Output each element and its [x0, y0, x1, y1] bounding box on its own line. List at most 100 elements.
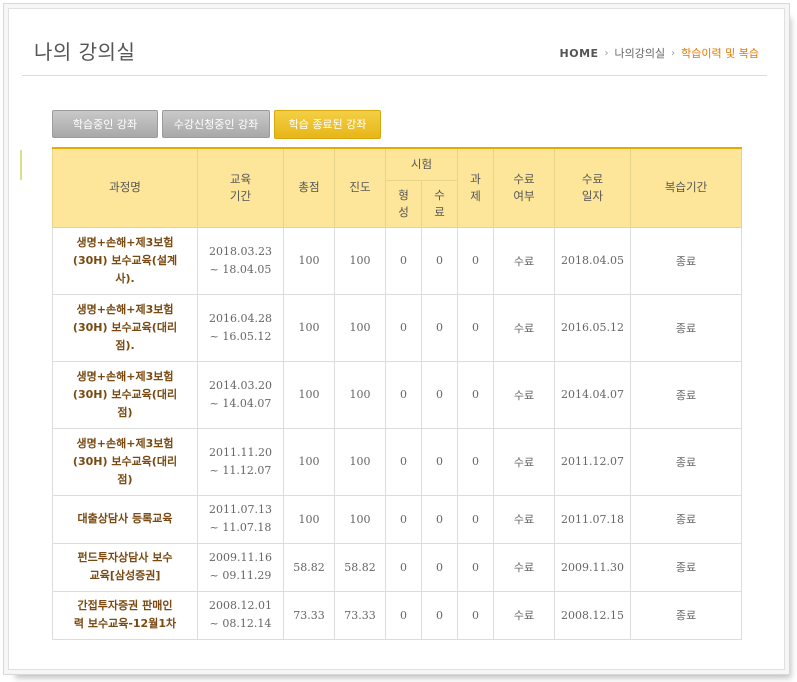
completion-date: 2008.12.15: [554, 590, 632, 640]
task-score: 0: [457, 427, 495, 496]
table-row: 생명+손해+제3보험 (30H) 보수교육(대리 점) 2014.03.20 ~ 14.…: [52, 360, 743, 429]
completion-status: 수료: [493, 293, 556, 362]
exam-formative-score: 0: [385, 494, 422, 544]
header-progress: 진도: [334, 147, 386, 228]
course-title-link[interactable]: 생명+손해+제3보험 (30H) 보수교육(대리 점): [52, 427, 198, 496]
left-accent: [20, 150, 22, 180]
completion-date: 2014.04.07: [554, 360, 632, 429]
exam-final-score: 0: [420, 427, 459, 496]
total-score: 100: [283, 427, 335, 496]
education-period: 2014.03.20 ~ 14.04.07: [197, 360, 284, 429]
exam-formative-score: 0: [385, 590, 422, 640]
exam-formative-score: 0: [385, 293, 422, 362]
exam-final-score: 0: [420, 542, 459, 592]
task-score: 0: [457, 542, 495, 592]
progress-value: 100: [334, 494, 386, 544]
completion-date: 2018.04.05: [554, 226, 632, 295]
header-exam: 시험: [384, 147, 459, 181]
total-score: 100: [283, 293, 335, 362]
table-row: 간접투자증권 판매인 력 보수교육-12월1차 2008.12.01 ~ 08.12.…: [52, 590, 743, 640]
completion-status: 수료: [493, 226, 556, 295]
completion-status: 수료: [493, 542, 556, 592]
course-title-link[interactable]: 생명+손해+제3보험 (30H) 보수교육(대리 점): [52, 360, 198, 429]
page-title: 나의 강의실: [34, 40, 136, 64]
breadcrumb-current: 학습이력 및 복습: [681, 47, 759, 60]
total-score: 73.33: [283, 590, 335, 640]
completion-date: 2011.07.18: [554, 494, 632, 544]
exam-final-score: 0: [420, 226, 459, 295]
review-period-status: 종료: [630, 427, 743, 496]
header-total: 총점: [283, 147, 335, 228]
table-row: 생명+손해+제3보험 (30H) 보수교육(대리 점) 2011.11.20 ~ 11.…: [52, 427, 743, 496]
exam-formative-score: 0: [385, 542, 422, 592]
exam-formative-score: 0: [385, 360, 422, 429]
review-period-status: 종료: [630, 226, 743, 295]
progress-value: 100: [334, 360, 386, 429]
course-title-link[interactable]: 간접투자증권 판매인 력 보수교육-12월1차: [52, 590, 198, 640]
table-row: 펀드투자상담사 보수 교육[삼성증권] 2009.11.16 ~ 09.11.29 58…: [52, 542, 743, 592]
task-score: 0: [457, 590, 495, 640]
title-divider: [22, 75, 767, 76]
exam-final-score: 0: [420, 293, 459, 362]
course-tabs: 학습중인 강좌 수강신청중인 강좌 학습 종료된 강좌: [52, 110, 381, 139]
header-completion: 수료 여부: [493, 147, 556, 228]
progress-value: 100: [334, 293, 386, 362]
table-row: 대출상담사 등록교육 2011.07.13 ~ 11.07.18 100 100 0 0 0 수…: [52, 494, 743, 544]
tab-enrolling[interactable]: 수강신청중인 강좌: [162, 110, 270, 138]
exam-formative-score: 0: [385, 226, 422, 295]
breadcrumb-separator-icon: ›: [604, 47, 609, 59]
completion-date: 2011.12.07: [554, 427, 632, 496]
completion-date: 2016.05.12: [554, 293, 632, 362]
table-row: 생명+손해+제3보험 (30H) 보수교육(설계 사). 2018.03.23 ~ 18…: [52, 226, 743, 295]
total-score: 100: [283, 360, 335, 429]
exam-final-score: 0: [420, 360, 459, 429]
header-exam-formative: 형성: [385, 179, 422, 228]
total-score: 58.82: [283, 542, 335, 592]
course-title-link[interactable]: 대출상담사 등록교육: [52, 494, 198, 544]
header-completion-date: 수료 일자: [554, 147, 632, 228]
task-score: 0: [457, 226, 495, 295]
education-period: 2011.07.13 ~ 11.07.18: [197, 494, 284, 544]
education-period: 2008.12.01 ~ 08.12.14: [197, 590, 284, 640]
breadcrumb: HOME › 나의강의실 › 학습이력 및 복습: [560, 45, 759, 61]
task-score: 0: [457, 360, 495, 429]
course-title-link[interactable]: 생명+손해+제3보험 (30H) 보수교육(설계 사).: [52, 226, 198, 295]
course-history-table: 과정명 교육 기간 총점 진도 시험 과제 수료 여부 수료 일자 복습기간 형성 수…: [52, 147, 743, 640]
header-period: 교육 기간: [197, 147, 284, 228]
education-period: 2018.03.23 ~ 18.04.05: [197, 226, 284, 295]
task-score: 0: [457, 494, 495, 544]
total-score: 100: [283, 494, 335, 544]
exam-final-score: 0: [420, 494, 459, 544]
education-period: 2016.04.28 ~ 16.05.12: [197, 293, 284, 362]
education-period: 2009.11.16 ~ 09.11.29: [197, 542, 284, 592]
course-title-link[interactable]: 펀드투자상담사 보수 교육[삼성증권]: [52, 542, 198, 592]
breadcrumb-home[interactable]: HOME: [560, 47, 599, 60]
review-period-status: 종료: [630, 494, 743, 544]
progress-value: 73.33: [334, 590, 386, 640]
completion-status: 수료: [493, 427, 556, 496]
table-row: 생명+손해+제3보험 (30H) 보수교육(대리 점). 2016.04.28 ~ 16…: [52, 293, 743, 362]
review-period-status: 종료: [630, 360, 743, 429]
completion-status: 수료: [493, 590, 556, 640]
breadcrumb-separator-icon: ›: [671, 47, 676, 59]
tab-completed[interactable]: 학습 종료된 강좌: [274, 110, 381, 139]
tab-in-progress[interactable]: 학습중인 강좌: [52, 110, 158, 138]
progress-value: 100: [334, 427, 386, 496]
completion-status: 수료: [493, 360, 556, 429]
progress-value: 58.82: [334, 542, 386, 592]
breadcrumb-my-classroom[interactable]: 나의강의실: [615, 45, 666, 61]
review-period-status: 종료: [630, 542, 743, 592]
header-course: 과정명: [52, 147, 198, 228]
header-review-period: 복습기간: [630, 147, 743, 228]
total-score: 100: [283, 226, 335, 295]
review-period-status: 종료: [630, 590, 743, 640]
exam-formative-score: 0: [385, 427, 422, 496]
task-score: 0: [457, 293, 495, 362]
header-exam-final: 수료: [420, 179, 459, 228]
header-task: 과제: [457, 147, 495, 228]
education-period: 2011.11.20 ~ 11.12.07: [197, 427, 284, 496]
completion-date: 2009.11.30: [554, 542, 632, 592]
course-title-link[interactable]: 생명+손해+제3보험 (30H) 보수교육(대리 점).: [52, 293, 198, 362]
completion-status: 수료: [493, 494, 556, 544]
progress-value: 100: [334, 226, 386, 295]
